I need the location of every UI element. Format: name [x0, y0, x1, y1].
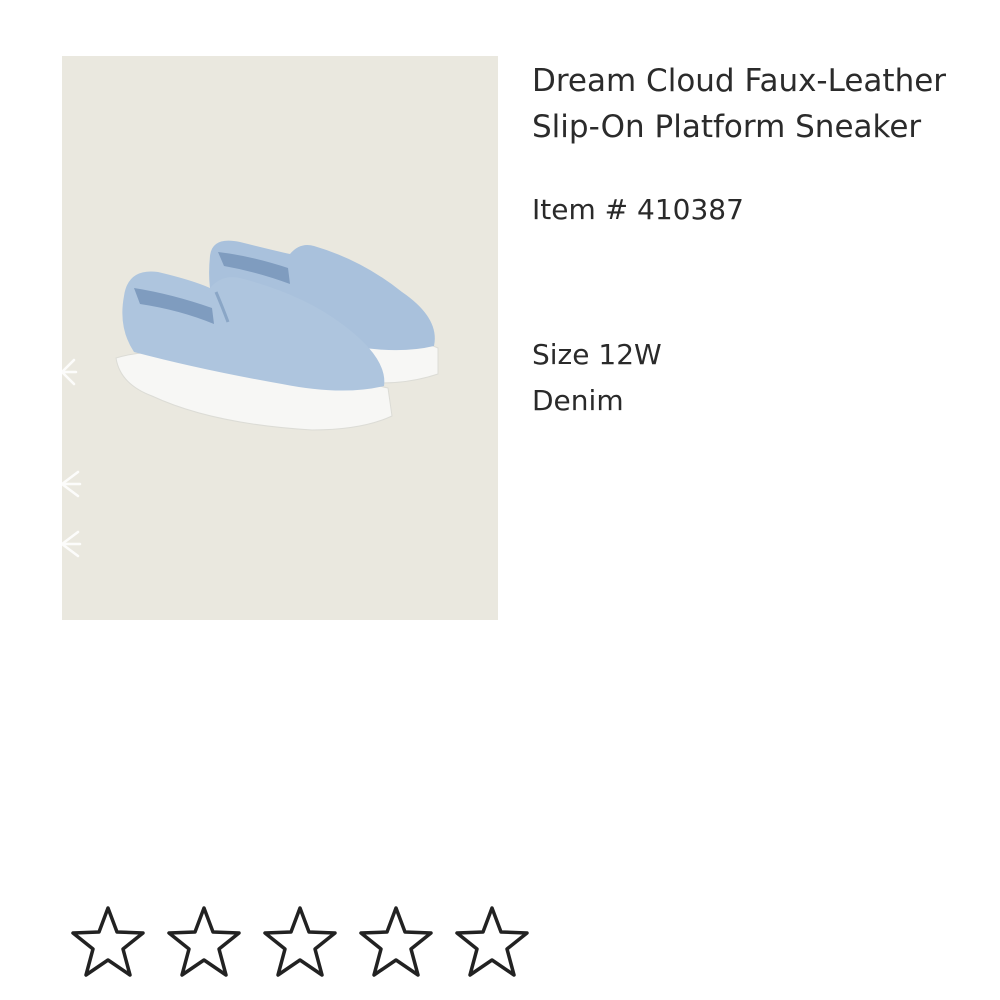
star-4-button[interactable]	[358, 904, 434, 980]
star-rating	[70, 904, 530, 980]
star-2-button[interactable]	[166, 904, 242, 980]
sneaker-photo	[62, 240, 439, 558]
product-review-page: Dream Cloud Faux-Leather Slip-On Platfor…	[0, 0, 1000, 1000]
item-number: Item # 410387	[532, 193, 744, 226]
product-color: Denim	[532, 384, 624, 417]
snowflake-icon	[62, 358, 82, 558]
star-outline-icon	[71, 906, 145, 977]
product-attributes: Size 12W Denim	[532, 332, 992, 424]
product-image	[62, 56, 498, 620]
product-size: Size 12W	[532, 338, 662, 371]
star-outline-icon	[359, 906, 433, 977]
star-outline-icon	[263, 906, 337, 977]
star-outline-icon	[455, 906, 529, 977]
product-info: Dream Cloud Faux-Leather Slip-On Platfor…	[532, 58, 992, 424]
product-title-line-2: Slip-On Platform Sneaker	[532, 109, 922, 145]
star-5-button[interactable]	[454, 904, 530, 980]
product-title-line-1: Dream Cloud Faux-Leather	[532, 63, 947, 99]
star-outline-icon	[167, 906, 241, 977]
product-title: Dream Cloud Faux-Leather Slip-On Platfor…	[532, 58, 992, 150]
star-3-button[interactable]	[262, 904, 338, 980]
star-1-button[interactable]	[70, 904, 146, 980]
